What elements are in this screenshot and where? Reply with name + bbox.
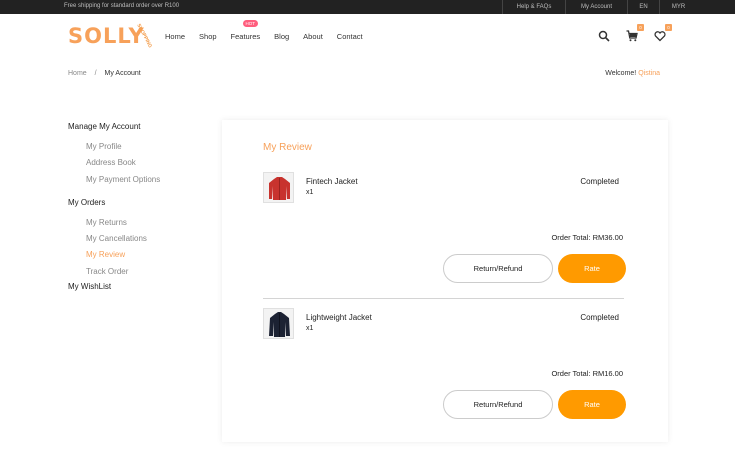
site-logo[interactable]: SOLLY SHOPPING xyxy=(68,23,154,53)
welcome-message: Welcome! Qistina xyxy=(605,70,660,77)
account-sidebar: Manage My Account My Profile Address Boo… xyxy=(68,122,198,299)
language-selector[interactable]: EN xyxy=(627,0,659,14)
currency-selector[interactable]: MYR xyxy=(659,0,697,14)
order-total: Order Total: RM36.00 xyxy=(551,233,623,242)
nav-about[interactable]: About xyxy=(303,32,323,41)
order-item: Fintech Jacket x1 Completed Order Total:… xyxy=(263,172,626,302)
nav-shop[interactable]: Shop xyxy=(199,32,217,41)
product-quantity: x1 xyxy=(306,189,314,196)
sidebar-item-track-order[interactable]: Track Order xyxy=(86,264,198,280)
page-title: My Review xyxy=(263,142,312,153)
sidebar-item-address-book[interactable]: Address Book xyxy=(86,155,198,171)
sidebar-item-my-cancellations[interactable]: My Cancellations xyxy=(86,231,198,247)
order-status: Completed xyxy=(580,313,619,322)
welcome-label: Welcome! xyxy=(605,70,637,77)
breadcrumb: Home / My Account xyxy=(68,70,141,77)
product-image[interactable] xyxy=(263,308,294,339)
return-refund-button[interactable]: Return/Refund xyxy=(443,390,553,419)
wishlist-count: 0 xyxy=(665,24,672,31)
search-icon[interactable] xyxy=(598,29,610,42)
nav-contact[interactable]: Contact xyxy=(337,32,363,41)
product-name[interactable]: Lightweight Jacket xyxy=(306,313,372,322)
site-header: SOLLY SHOPPING Home Shop HOT Features Bl… xyxy=(0,14,735,60)
help-faqs-link[interactable]: Help & FAQs xyxy=(502,0,565,14)
return-refund-button[interactable]: Return/Refund xyxy=(443,254,553,283)
breadcrumb-current: My Account xyxy=(104,70,141,77)
my-orders-heading[interactable]: My Orders xyxy=(68,198,198,209)
rate-button[interactable]: Rate xyxy=(558,254,626,283)
my-account-link[interactable]: My Account xyxy=(565,0,627,14)
product-name[interactable]: Fintech Jacket xyxy=(306,177,358,186)
logo-text: SOLLY xyxy=(68,24,145,48)
product-image[interactable] xyxy=(263,172,294,203)
heart-icon[interactable]: 0 xyxy=(654,24,672,42)
breadcrumb-home[interactable]: Home xyxy=(68,70,87,77)
nav-features: Features xyxy=(230,32,261,41)
product-quantity: x1 xyxy=(306,325,314,332)
manage-account-heading[interactable]: Manage My Account xyxy=(68,122,198,133)
nav-features-wrap[interactable]: HOT Features xyxy=(230,20,261,41)
sidebar-item-my-review[interactable]: My Review xyxy=(86,247,198,263)
sidebar-item-my-profile[interactable]: My Profile xyxy=(86,139,198,155)
hot-badge: HOT xyxy=(242,20,259,27)
nav-blog[interactable]: Blog xyxy=(274,32,289,41)
top-bar: Free shipping for standard order over R1… xyxy=(0,0,735,14)
cart-count: 0 xyxy=(637,24,644,31)
review-panel: My Review Fintech Jacket x1 Completed Or… xyxy=(222,120,668,442)
user-name[interactable]: Qistina xyxy=(638,70,660,77)
shipping-promo: Free shipping for standard order over R1… xyxy=(64,3,180,9)
rate-button[interactable]: Rate xyxy=(558,390,626,419)
nav-home[interactable]: Home xyxy=(165,32,185,41)
top-links: Help & FAQs My Account EN MYR xyxy=(502,0,735,14)
breadcrumb-separator: / xyxy=(94,70,97,77)
main-nav: Home Shop HOT Features Blog About Contac… xyxy=(165,20,377,41)
sidebar-item-payment-options[interactable]: My Payment Options xyxy=(86,172,198,188)
order-total: Order Total: RM16.00 xyxy=(551,369,623,378)
sidebar-item-my-returns[interactable]: My Returns xyxy=(86,215,198,231)
cart-icon[interactable]: 0 xyxy=(626,24,644,42)
order-item: Lightweight Jacket x1 Completed Order To… xyxy=(263,308,626,438)
my-wishlist-heading[interactable]: My WishList xyxy=(68,282,198,293)
order-divider xyxy=(263,298,624,299)
order-status: Completed xyxy=(580,177,619,186)
